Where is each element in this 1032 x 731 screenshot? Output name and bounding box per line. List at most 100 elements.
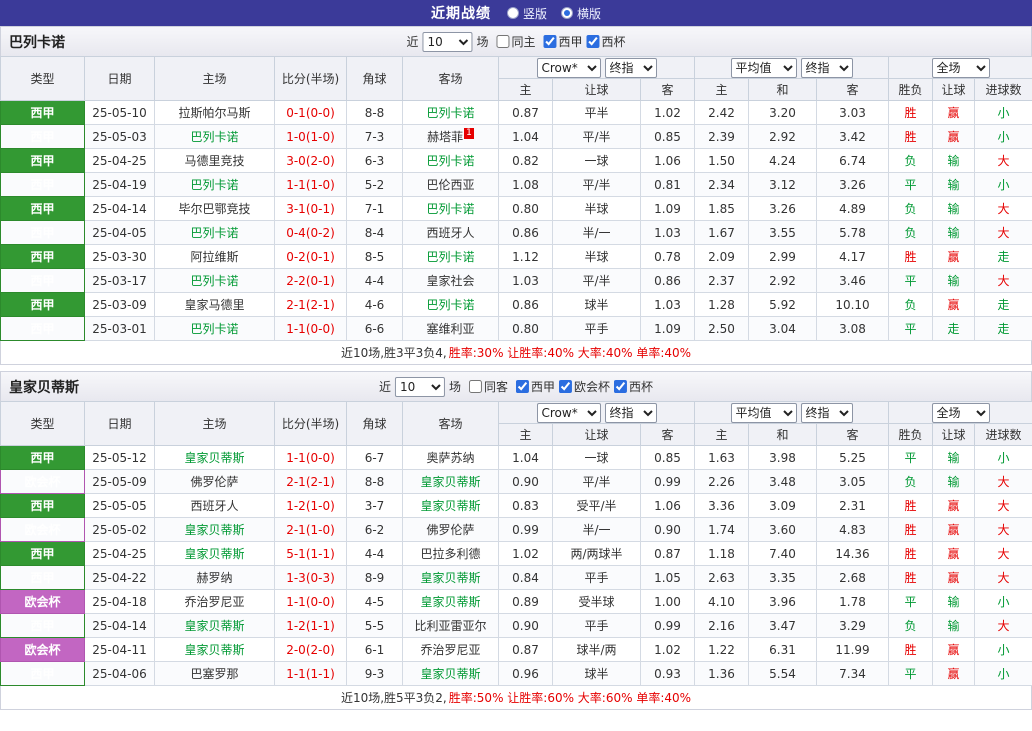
home-team[interactable]: 皇家贝蒂斯 [154, 445, 275, 470]
home-team[interactable]: 毕尔巴鄂竞技 [154, 196, 275, 221]
score[interactable]: 0-4(0-2) [274, 220, 347, 245]
away-team[interactable]: 皇家贝蒂斯 [402, 589, 499, 614]
home-team[interactable]: 皇家贝蒂斯 [154, 613, 275, 638]
asian-stage-select[interactable]: 终指 [604, 402, 657, 423]
away-team[interactable]: 巴列卡诺 [402, 196, 499, 221]
score[interactable]: 0-1(0-0) [274, 100, 347, 125]
league-label: 西甲 [558, 34, 583, 49]
bookmaker-select[interactable]: Crow* [536, 57, 601, 78]
score[interactable]: 2-1(1-0) [274, 517, 347, 542]
average-select[interactable]: 平均值 [730, 57, 797, 78]
away-team[interactable]: 巴列卡诺 [402, 148, 499, 173]
asian-stage-select[interactable]: 终指 [604, 57, 657, 78]
euro-stage-select[interactable]: 终指 [800, 402, 853, 423]
asian-home-odds: 1.03 [498, 268, 553, 293]
home-team[interactable]: 西班牙人 [154, 493, 275, 518]
handicap-line: 两/两球半 [552, 541, 641, 566]
score[interactable]: 1-3(0-3) [274, 565, 347, 590]
away-team[interactable]: 奥萨苏纳 [402, 445, 499, 470]
score[interactable]: 1-1(1-1) [274, 661, 347, 686]
score[interactable]: 2-0(2-0) [274, 637, 347, 662]
away-team[interactable]: 佛罗伦萨 [402, 517, 499, 542]
average-select[interactable]: 平均值 [730, 402, 797, 423]
league-filter[interactable]: 欧会杯 [555, 378, 610, 395]
away-team[interactable]: 皇家贝蒂斯 [402, 565, 499, 590]
asian-away-odds: 0.87 [640, 541, 695, 566]
score[interactable]: 2-1(2-1) [274, 292, 347, 317]
score[interactable]: 2-1(2-1) [274, 469, 347, 494]
home-team[interactable]: 皇家马德里 [154, 292, 275, 317]
league-checkbox[interactable] [586, 34, 600, 48]
home-team[interactable]: 赫罗纳 [154, 565, 275, 590]
league-checkbox[interactable] [516, 379, 529, 393]
away-team[interactable]: 巴列卡诺 [402, 292, 499, 317]
score[interactable]: 2-2(0-1) [274, 268, 347, 293]
handicap-result: 输 [932, 172, 976, 197]
home-team[interactable]: 马德里竞技 [154, 148, 275, 173]
asian-home-odds: 0.86 [498, 220, 553, 245]
away-team[interactable]: 乔治罗尼亚 [402, 637, 499, 662]
fulltime-select[interactable]: 全场 [931, 57, 990, 78]
away-team[interactable]: 比利亚雷亚尔 [402, 613, 499, 638]
score[interactable]: 3-0(2-0) [274, 148, 347, 173]
score[interactable]: 1-0(1-0) [274, 124, 347, 149]
score[interactable]: 1-1(0-0) [274, 316, 347, 341]
home-team[interactable]: 拉斯帕尔马斯 [154, 100, 275, 125]
match-count-select[interactable]: 10 [394, 376, 445, 397]
fulltime-select[interactable]: 全场 [931, 402, 990, 423]
league-filter[interactable]: 西杯 [610, 378, 653, 395]
euro-draw-odds: 3.26 [748, 196, 817, 221]
same-venue-filter[interactable]: 同主 [492, 33, 536, 50]
league-checkbox[interactable] [559, 379, 573, 393]
team-section: 巴列卡诺 近 10 场 同主 西甲 西杯 类型 日期 主场 比分(半场) 角球 … [0, 26, 1032, 365]
score[interactable]: 1-1(0-0) [274, 589, 347, 614]
away-team[interactable]: 皇家贝蒂斯 [402, 661, 499, 686]
score[interactable]: 0-2(0-1) [274, 244, 347, 269]
home-team[interactable]: 巴列卡诺 [154, 220, 275, 245]
same-venue-checkbox[interactable] [496, 35, 510, 48]
score[interactable]: 1-2(1-0) [274, 493, 347, 518]
league-checkbox[interactable] [614, 379, 628, 393]
home-team[interactable]: 巴列卡诺 [154, 316, 275, 341]
corners: 7-1 [346, 196, 403, 221]
home-team[interactable]: 巴塞罗那 [154, 661, 275, 686]
away-team[interactable]: 塞维利亚 [402, 316, 499, 341]
home-team[interactable]: 阿拉维斯 [154, 244, 275, 269]
euro-stage-select[interactable]: 终指 [800, 57, 853, 78]
away-team[interactable]: 巴拉多利德 [402, 541, 499, 566]
home-team[interactable]: 皇家贝蒂斯 [154, 541, 275, 566]
layout-option-horizontal[interactable]: 横版 [561, 5, 601, 22]
home-team[interactable]: 巴列卡诺 [154, 268, 275, 293]
away-team[interactable]: 巴伦西亚 [402, 172, 499, 197]
league-type-cell: 西甲 [0, 100, 85, 125]
score[interactable]: 1-1(0-0) [274, 445, 347, 470]
home-team[interactable]: 佛罗伦萨 [154, 469, 275, 494]
away-team[interactable]: 巴列卡诺 [402, 244, 499, 269]
away-team[interactable]: 西班牙人 [402, 220, 499, 245]
same-venue-filter[interactable]: 同客 [465, 378, 508, 395]
euro-away-odds: 14.36 [815, 541, 890, 566]
score[interactable]: 1-2(1-1) [274, 613, 347, 638]
home-team[interactable]: 皇家贝蒂斯 [154, 517, 275, 542]
away-team[interactable]: 巴列卡诺 [402, 100, 499, 125]
away-team[interactable]: 皇家社会 [402, 268, 499, 293]
home-team[interactable]: 乔治罗尼亚 [154, 589, 275, 614]
score[interactable]: 1-1(1-0) [274, 172, 347, 197]
league-filter[interactable]: 西杯 [583, 33, 626, 50]
away-team[interactable]: 赫塔菲 1 [402, 124, 499, 149]
same-venue-checkbox[interactable] [468, 380, 482, 393]
score[interactable]: 3-1(0-1) [274, 196, 347, 221]
home-team[interactable]: 皇家贝蒂斯 [154, 637, 275, 662]
layout-option-vertical[interactable]: 竖版 [506, 5, 547, 22]
bookmaker-select[interactable]: Crow* [536, 402, 601, 423]
home-team[interactable]: 巴列卡诺 [154, 124, 275, 149]
away-team[interactable]: 皇家贝蒂斯 [402, 469, 499, 494]
league-filter[interactable]: 西甲 [540, 33, 583, 50]
match-count-select[interactable]: 10 [422, 31, 473, 52]
home-team[interactable]: 巴列卡诺 [154, 172, 275, 197]
league-filter[interactable]: 西甲 [512, 378, 555, 395]
away-team[interactable]: 皇家贝蒂斯 [402, 493, 499, 518]
euro-home-odds: 2.34 [694, 172, 749, 197]
league-checkbox[interactable] [543, 34, 557, 48]
score[interactable]: 5-1(1-1) [274, 541, 347, 566]
